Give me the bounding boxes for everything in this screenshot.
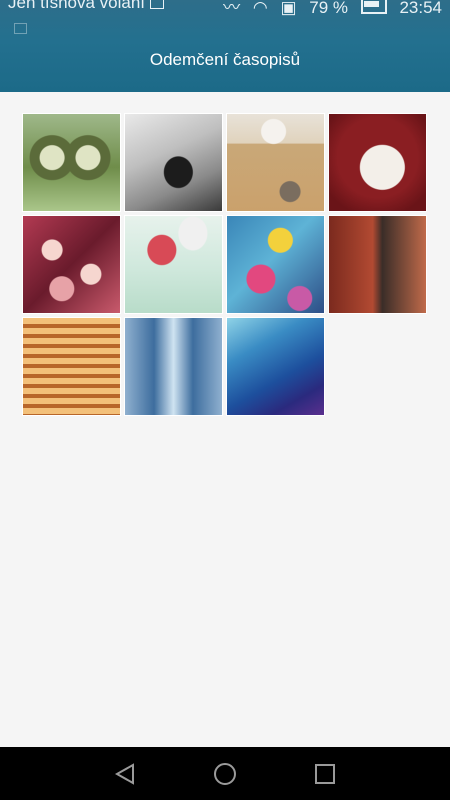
battery-percent: 79 % <box>309 0 348 17</box>
clock: 23:54 <box>399 0 442 17</box>
image-tile-venice[interactable] <box>328 215 427 314</box>
sim-icon: ▣ <box>280 0 297 17</box>
carrier-text: Jen tísňová volání <box>8 0 146 12</box>
navigation-bar <box>0 747 450 800</box>
image-tile-cats[interactable] <box>226 113 325 212</box>
image-tile-flowers[interactable] <box>226 215 325 314</box>
status-left: Jen tísňová volání <box>8 0 165 13</box>
status-right: 〰 ◠ ▣ 79 % 23:54 <box>215 0 442 18</box>
image-tile-sports-car[interactable] <box>124 113 223 212</box>
home-icon[interactable] <box>213 762 237 786</box>
image-tile-blue-abstract[interactable] <box>226 317 325 416</box>
recent-apps-icon[interactable] <box>313 762 337 786</box>
vibrate-icon: 〰 <box>223 0 241 17</box>
image-tile-plumeria[interactable] <box>22 215 121 314</box>
image-tile-architecture[interactable] <box>22 317 121 416</box>
notification-icon <box>150 0 165 9</box>
wifi-icon: ◠ <box>252 0 268 17</box>
image-tile-tulips[interactable] <box>124 215 223 314</box>
back-icon[interactable] <box>113 762 137 786</box>
image-grid <box>22 113 427 416</box>
screenshot-notification-icon <box>14 23 27 34</box>
battery-icon <box>360 0 387 14</box>
notification-shadow <box>14 21 41 38</box>
image-tile-puppy[interactable] <box>328 113 427 212</box>
app-header: Jen tísňová volání 〰 ◠ ▣ 79 % 23:54 Odem… <box>0 0 450 92</box>
image-tile-glass-building[interactable] <box>124 317 223 416</box>
image-tile-vintage-car[interactable] <box>22 113 121 212</box>
page-title: Odemčení časopisů <box>149 50 301 69</box>
status-bar: Jen tísňová volání 〰 ◠ ▣ 79 % 23:54 <box>0 0 450 18</box>
